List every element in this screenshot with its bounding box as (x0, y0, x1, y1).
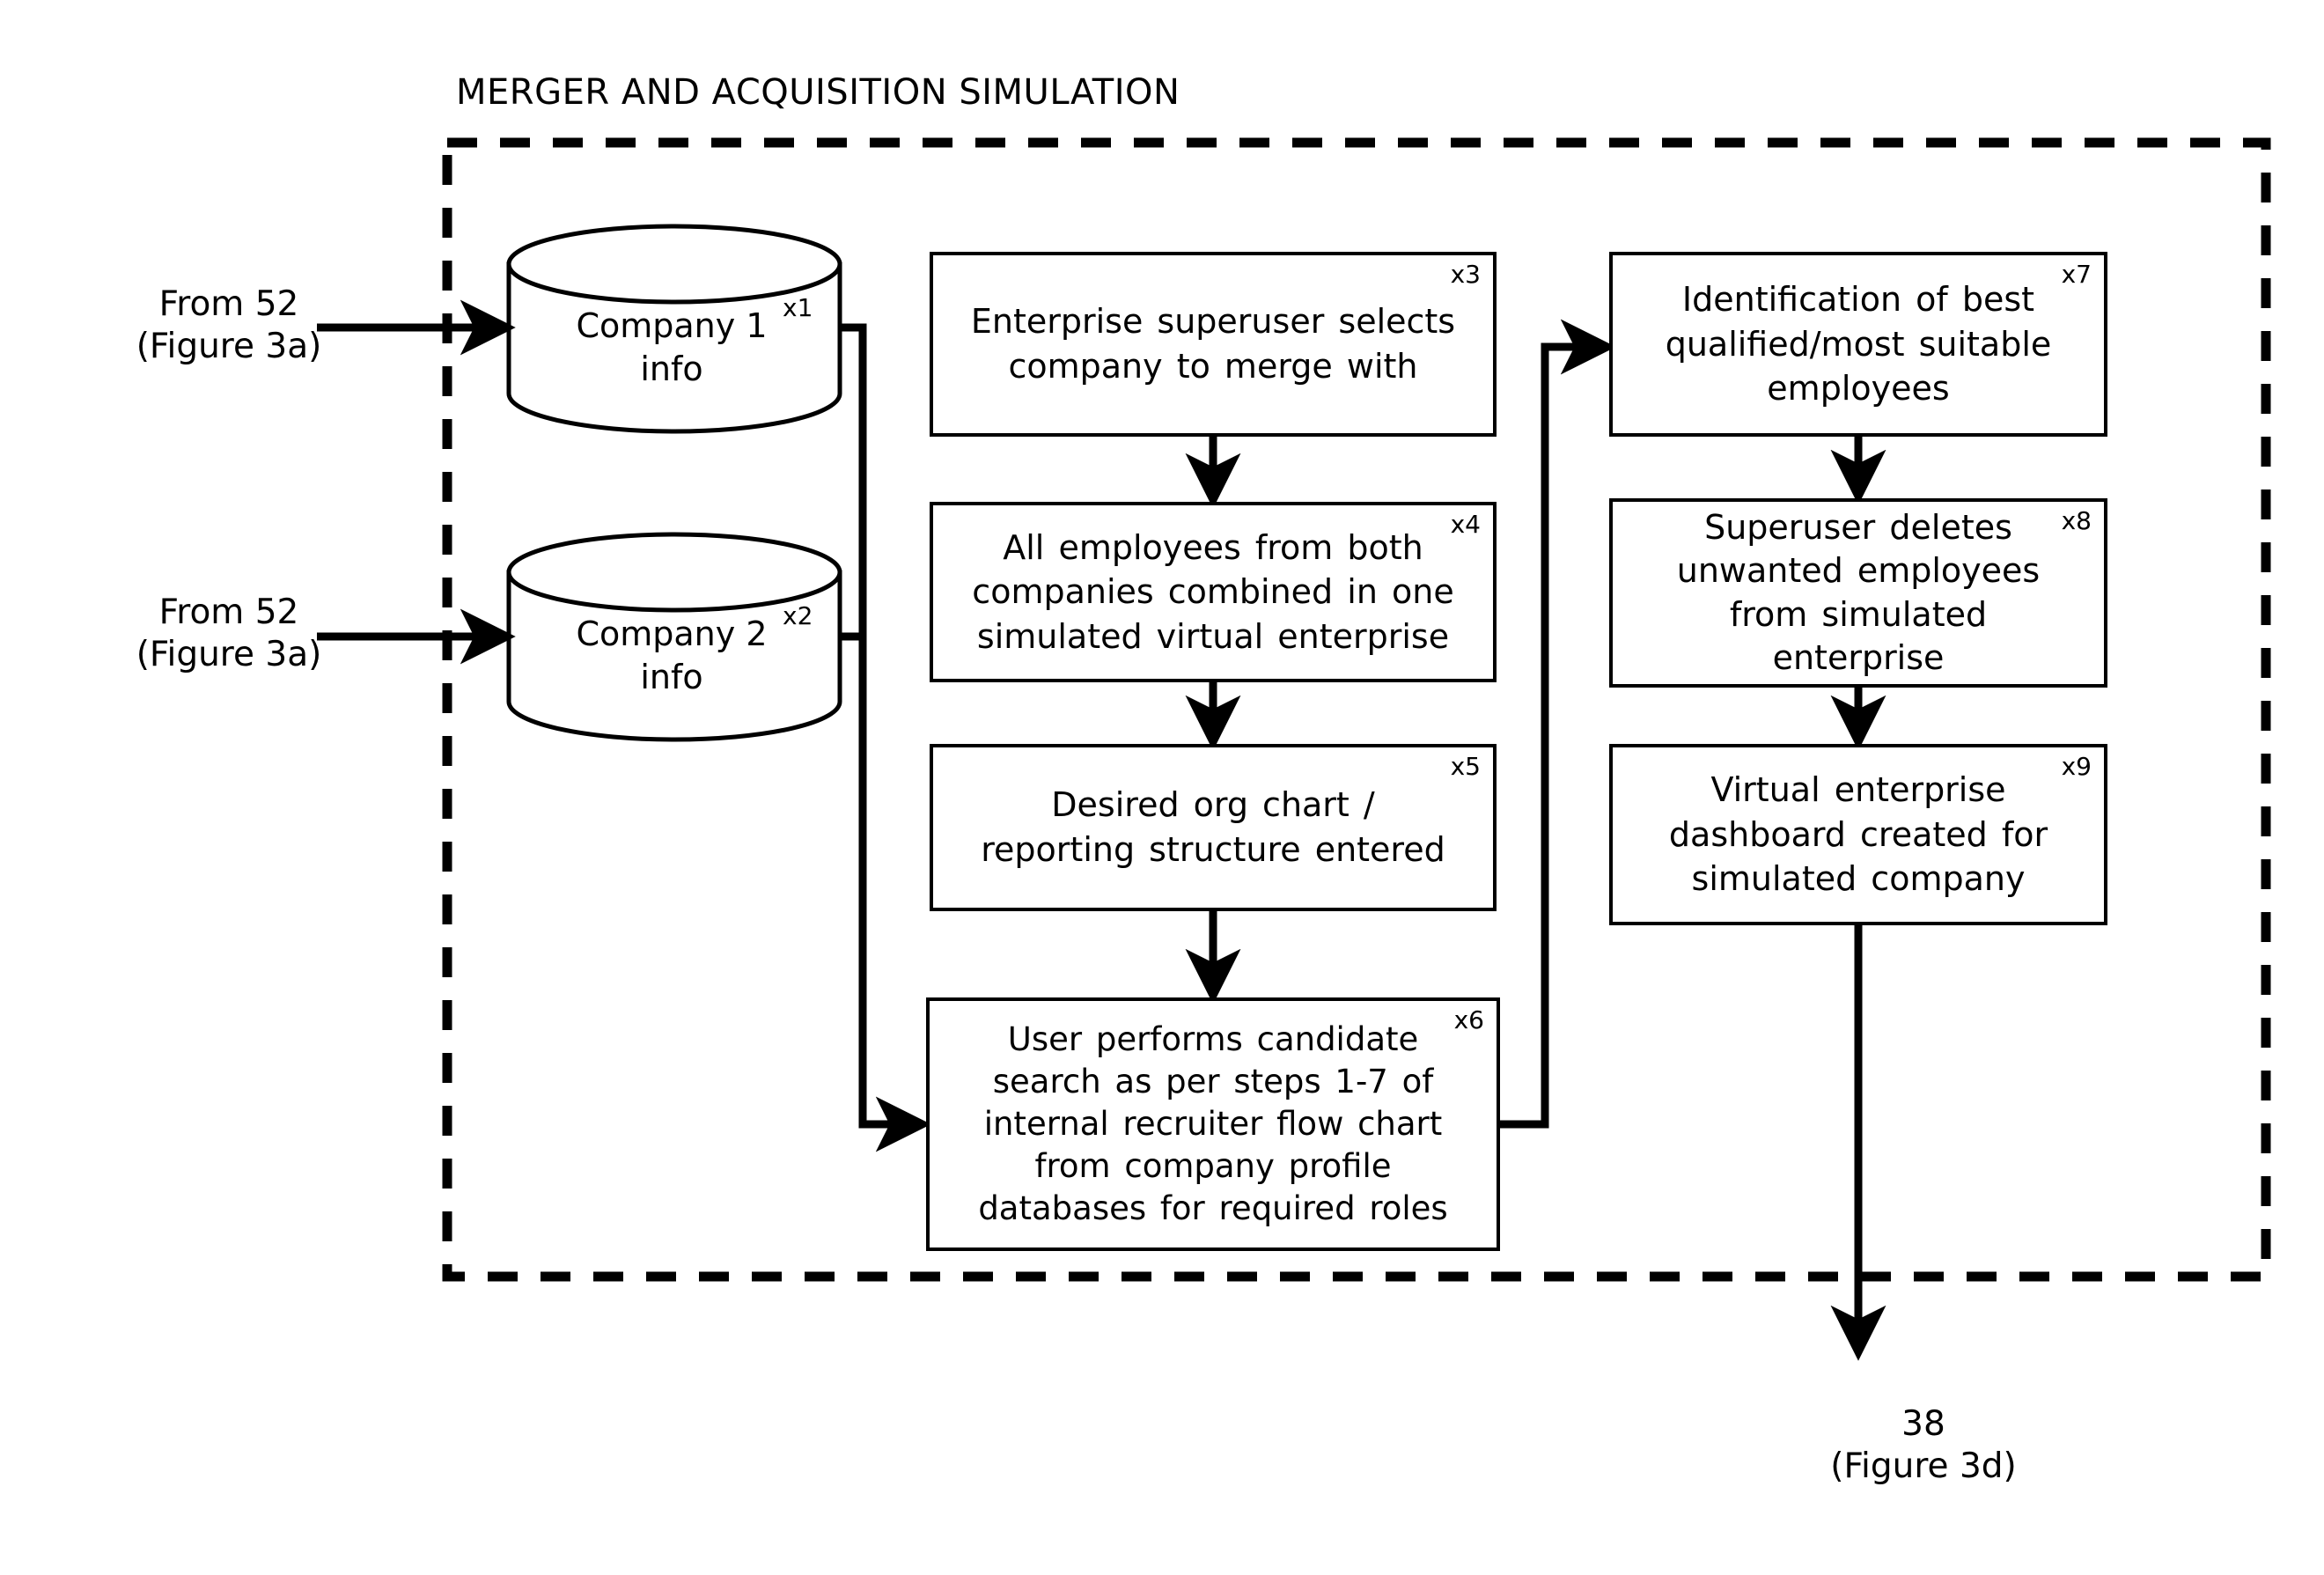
process-step-x7-ref: x7 (2061, 260, 2092, 289)
offpage-from-52-top-line1: From 52 (158, 284, 299, 324)
process-step-x4: All employees from both companies combin… (930, 502, 1497, 682)
process-step-x6: User performs candidate search as per st… (926, 997, 1500, 1251)
process-step-x5-ref: x5 (1450, 752, 1481, 781)
process-step-x3-text: Enterprise superuser selects company to … (970, 302, 1456, 386)
process-step-x6-text: User performs candidate search as per st… (978, 1019, 1448, 1228)
offpage-to-38-line2: (Figure 3d) (1830, 1446, 2017, 1486)
diagram-canvas: MERGER AND ACQUISITION SIMULATION From 5… (0, 0, 2324, 1575)
process-step-x6-ref: x6 (1453, 1005, 1484, 1034)
process-step-x8-ref: x8 (2061, 506, 2092, 535)
offpage-from-52-bottom-line1: From 52 (158, 592, 299, 632)
process-step-x9-ref: x9 (2061, 752, 2092, 781)
datastore-company-1-ref: x1 (783, 293, 813, 322)
datastore-company-2-ref: x2 (783, 601, 813, 630)
process-step-x4-ref: x4 (1450, 510, 1481, 539)
process-step-x8: Superuser deletes unwanted employees fro… (1609, 498, 2107, 688)
datastore-company-2: Company 2 info x2 (504, 535, 839, 738)
process-step-x5-text: Desired org chart / reporting structure … (981, 785, 1445, 869)
process-step-x9-text: Virtual enterprise dashboard created for… (1668, 770, 2048, 899)
process-step-x5: Desired org chart / reporting structure … (930, 744, 1497, 911)
datastore-company-1: Company 1 info x1 (504, 227, 839, 430)
process-step-x3-ref: x3 (1450, 260, 1481, 289)
offpage-connector-from-52-bottom: From 52 (Figure 3a) (97, 592, 361, 675)
offpage-connector-to-38: 38 (Figure 3d) (1791, 1403, 2056, 1487)
offpage-connector-from-52-top: From 52 (Figure 3a) (97, 283, 361, 367)
process-step-x8-text: Superuser deletes unwanted employees fro… (1676, 507, 2041, 677)
offpage-to-38-line1: 38 (1901, 1404, 1945, 1444)
process-step-x7-text: Identification of best qualified/most su… (1665, 280, 2052, 408)
process-step-x7: Identification of best qualified/most su… (1609, 252, 2107, 437)
process-step-x3: Enterprise superuser selects company to … (930, 252, 1497, 437)
connector-step-x6-to-x7 (1500, 319, 1616, 1129)
process-step-x4-text: All employees from both companies combin… (972, 527, 1454, 656)
connector-company1-to-step-x6 (840, 323, 931, 1152)
offpage-from-52-bottom-line2: (Figure 3a) (136, 634, 322, 674)
process-step-x9: Virtual enterprise dashboard created for… (1609, 744, 2107, 925)
offpage-from-52-top-line2: (Figure 3a) (136, 326, 322, 366)
